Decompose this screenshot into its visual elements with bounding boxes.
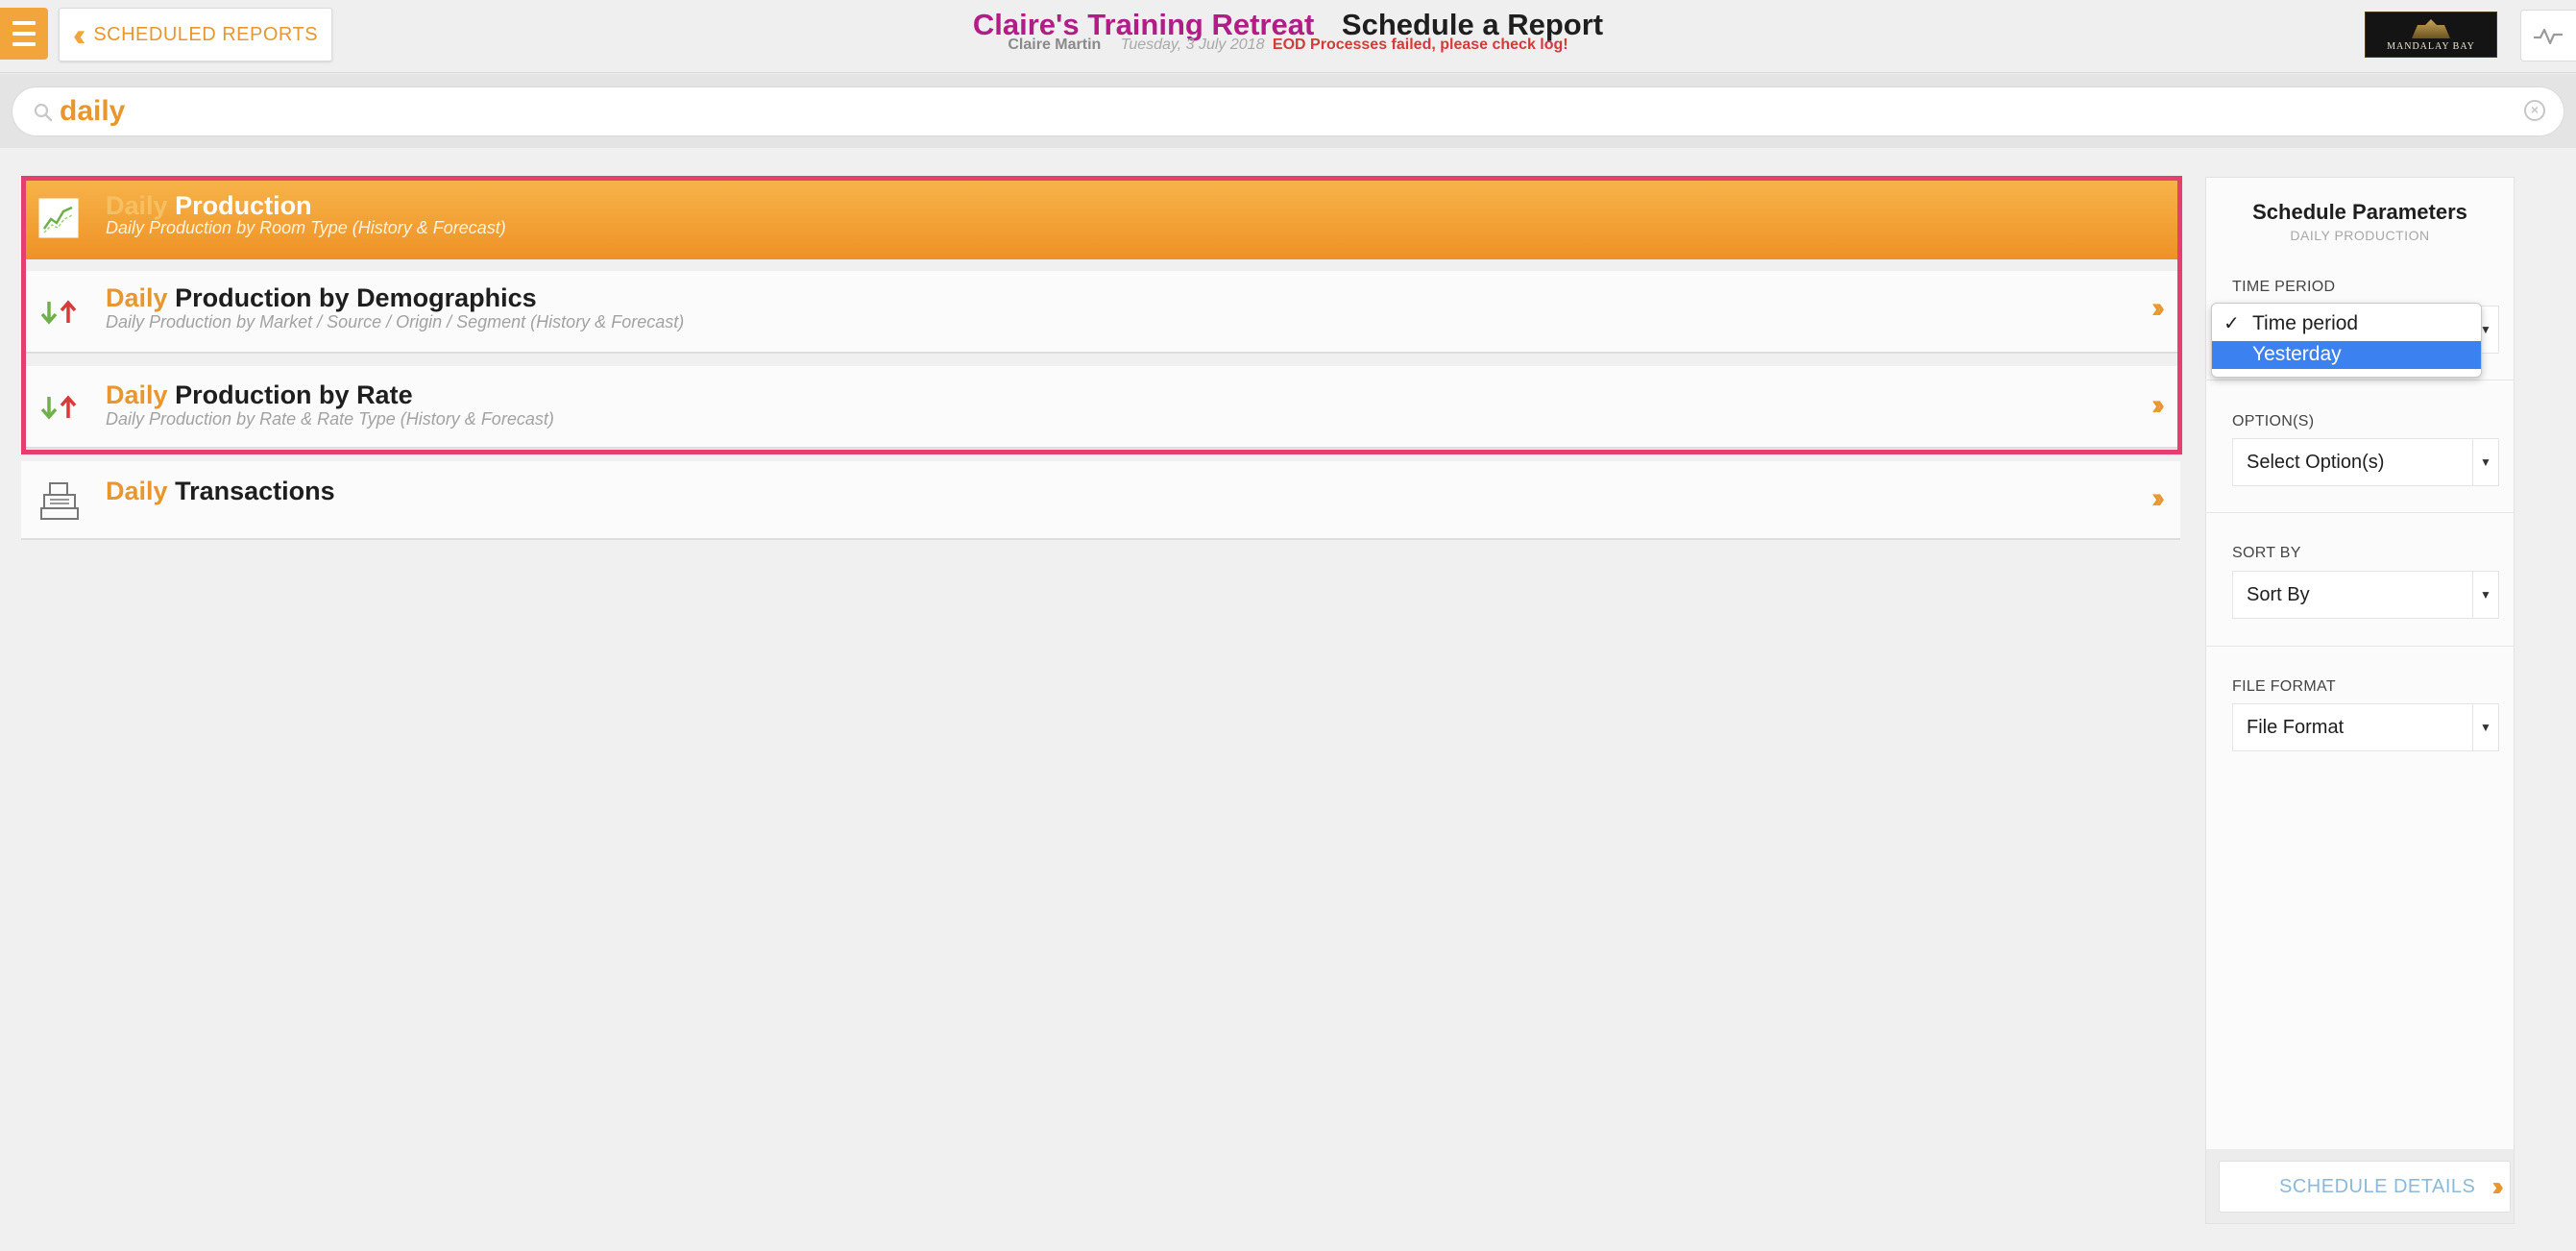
eod-warning[interactable]: EOD Processes failed, please check log! xyxy=(1273,37,1568,53)
report-title-keyword: Daily xyxy=(106,380,168,409)
hotel-building-icon xyxy=(2412,19,2450,38)
dropdown-option-yesterday[interactable]: Yesterday xyxy=(2212,341,2481,369)
up-down-arrows-icon xyxy=(40,300,77,325)
sort-by-select[interactable]: Sort By ▼ xyxy=(2232,571,2499,619)
register-icon xyxy=(40,482,79,520)
header-status-line: Claire Martin Tuesday, 3 July 2018 EOD P… xyxy=(0,37,2576,60)
panel-divider xyxy=(2205,512,2515,513)
file-format-select[interactable]: File Format ▼ xyxy=(2232,703,2499,751)
current-date: Tuesday, 3 July 2018 xyxy=(1120,37,1265,53)
dropdown-option-label: Yesterday xyxy=(2252,343,2342,365)
clear-search-icon[interactable]: × xyxy=(2524,100,2545,121)
file-format-select-value: File Format xyxy=(2247,717,2345,738)
double-chevron-right-icon: ›› xyxy=(2491,1171,2503,1201)
sort-by-select-value: Sort By xyxy=(2247,584,2310,605)
options-select[interactable]: Select Option(s) ▼ xyxy=(2232,438,2499,486)
report-title: Daily Production by Rate xyxy=(106,380,413,410)
report-title-text: Production by Demographics xyxy=(175,283,537,312)
panel-title: Schedule Parameters xyxy=(2252,200,2467,224)
double-chevron-right-icon[interactable]: ›› xyxy=(2151,292,2165,325)
report-title: Daily Production by Demographics xyxy=(106,283,537,313)
report-title: Daily Transactions xyxy=(106,477,335,506)
line-chart-icon xyxy=(38,198,79,238)
time-period-label: TIME PERIOD xyxy=(2232,279,2336,295)
report-title-text: Transactions xyxy=(175,477,335,505)
double-chevron-right-icon[interactable]: ›› xyxy=(2151,482,2165,515)
report-title: Daily Production xyxy=(106,191,312,221)
chevron-down-icon: ▼ xyxy=(2472,572,2498,618)
dropdown-option-label: Time period xyxy=(2252,312,2359,334)
report-row-daily-production[interactable]: Daily Production Daily Production by Roo… xyxy=(21,179,2180,259)
chevron-down-icon: ▼ xyxy=(2472,704,2498,750)
checkmark-icon: ✓ xyxy=(2224,313,2240,334)
activity-button[interactable] xyxy=(2520,10,2576,61)
up-down-arrows-icon xyxy=(40,395,77,420)
search-input[interactable] xyxy=(60,91,2480,132)
report-title-keyword: Daily xyxy=(106,283,168,312)
report-description: Daily Production by Market / Source / Or… xyxy=(106,312,685,331)
report-row-daily-production-rate[interactable]: Daily Production by Rate Daily Productio… xyxy=(21,366,2180,449)
report-title-text: Production xyxy=(175,191,312,220)
property-logo: MANDALAY BAY xyxy=(2365,12,2497,58)
schedule-details-button[interactable]: SCHEDULE DETAILS ›› xyxy=(2219,1161,2511,1213)
file-format-label: FILE FORMAT xyxy=(2232,678,2336,695)
double-chevron-right-icon[interactable]: ›› xyxy=(2151,389,2165,422)
report-row-daily-production-demographics[interactable]: Daily Production by Demographics Daily P… xyxy=(21,271,2180,354)
dropdown-option-time-period[interactable]: ✓ Time period xyxy=(2212,309,2481,338)
panel-subtitle: DAILY PRODUCTION xyxy=(2290,228,2430,243)
options-select-value: Select Option(s) xyxy=(2247,452,2385,473)
report-description: Daily Production by Rate & Rate Type (Hi… xyxy=(106,409,554,429)
report-row-daily-transactions[interactable]: Daily Transactions ›› xyxy=(21,461,2180,540)
chevron-down-icon: ▼ xyxy=(2472,439,2498,485)
search-icon xyxy=(34,103,53,122)
report-title-keyword: Daily xyxy=(106,477,168,505)
report-description: Daily Production by Room Type (History &… xyxy=(106,218,506,237)
panel-divider xyxy=(2205,646,2515,647)
logo-text: MANDALAY BAY xyxy=(2387,41,2475,52)
report-title-keyword: Daily xyxy=(106,191,168,220)
report-title-text: Production by Rate xyxy=(175,380,413,409)
options-label: OPTION(S) xyxy=(2232,413,2315,429)
pulse-icon xyxy=(2534,28,2563,45)
schedule-details-label: SCHEDULE DETAILS xyxy=(2279,1176,2476,1197)
sort-by-label: SORT BY xyxy=(2232,545,2301,561)
user-name: Claire Martin xyxy=(1008,37,1102,53)
